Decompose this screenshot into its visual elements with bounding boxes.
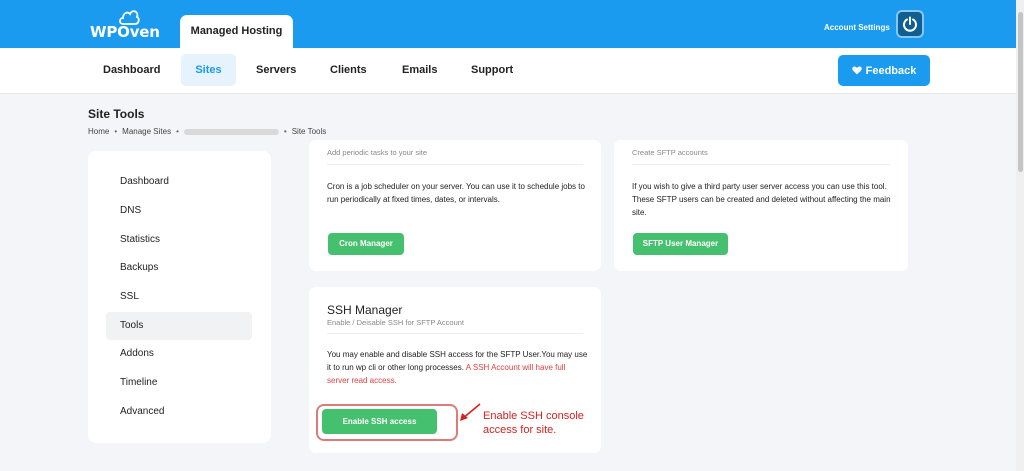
sidebar-item-timeline[interactable]: Timeline [106, 369, 252, 397]
ssh-card-title: SSH Manager [327, 303, 403, 317]
nav-support[interactable]: Support [461, 54, 523, 86]
nav-dashboard[interactable]: Dashboard [93, 54, 170, 86]
sidebar-item-addons[interactable]: Addons [106, 340, 252, 368]
annotation-line-2: access for site. [483, 424, 557, 436]
sftp-card-subtitle: Create SFTP accounts [632, 148, 708, 157]
top-header: WPOven Managed Hosting Account Settings [0, 0, 1024, 48]
scrollbar-thumb[interactable] [1018, 12, 1023, 172]
main-nav: Dashboard Sites Servers Clients Emails S… [0, 48, 1024, 94]
divider [327, 164, 583, 165]
cron-card: Add periodic tasks to your site Cron is … [309, 140, 601, 271]
sidebar-item-dns[interactable]: DNS [106, 197, 252, 225]
cron-card-subtitle: Add periodic tasks to your site [327, 148, 428, 157]
breadcrumb-separator: • [283, 127, 287, 136]
sidebar-item-advanced[interactable]: Advanced [106, 398, 252, 426]
tab-managed-hosting[interactable]: Managed Hosting [180, 15, 293, 48]
divider [632, 164, 890, 165]
breadcrumb: Home • Manage Sites • • Site Tools [88, 127, 326, 136]
wpoven-logo[interactable]: WPOven [90, 8, 160, 42]
heart-icon [851, 66, 862, 75]
breadcrumb-home[interactable]: Home [88, 127, 109, 136]
sidebar-item-ssl[interactable]: SSL [106, 283, 252, 311]
ssh-card-description: You may enable and disable SSH access fo… [327, 348, 589, 387]
account-avatar[interactable] [896, 10, 924, 38]
annotation-text: Enable SSH console access for site. [483, 409, 584, 437]
site-tools-sidebar: Dashboard DNS Statistics Backups SSL Too… [88, 151, 271, 443]
sidebar-item-statistics[interactable]: Statistics [106, 226, 252, 254]
sftp-card-description: If you wish to give a third party user s… [632, 182, 891, 217]
sidebar-item-dashboard[interactable]: Dashboard [106, 168, 252, 196]
sftp-card: Create SFTP accounts If you wish to give… [614, 140, 908, 271]
nav-clients[interactable]: Clients [320, 54, 377, 86]
nav-sites[interactable]: Sites [181, 54, 236, 86]
sidebar-item-backups[interactable]: Backups [106, 254, 252, 282]
account-settings-link[interactable]: Account Settings [824, 23, 890, 32]
cron-card-description: Cron is a job scheduler on your server. … [327, 182, 585, 204]
sftp-user-manager-button[interactable]: SFTP User Manager [633, 233, 728, 255]
breadcrumb-site-tools: Site Tools [291, 127, 327, 136]
breadcrumb-site-redacted[interactable] [183, 128, 279, 135]
sidebar-item-tools[interactable]: Tools [106, 312, 252, 340]
feedback-label: Feedback [865, 64, 917, 77]
breadcrumb-manage-sites[interactable]: Manage Sites [122, 127, 171, 136]
logo-text: WPOven [90, 23, 160, 41]
breadcrumb-separator: • [114, 127, 118, 136]
annotation-highlight-box [316, 404, 458, 441]
divider [327, 333, 583, 334]
breadcrumb-separator: • [176, 127, 179, 136]
page-title: Site Tools [88, 107, 145, 121]
annotation-arrow-icon [460, 403, 481, 421]
cron-manager-button[interactable]: Cron Manager [328, 233, 404, 255]
nav-emails[interactable]: Emails [392, 54, 447, 86]
ssh-card-subtitle: Enable / Deisable SSH for SFTP Account [327, 318, 465, 327]
annotation-line-1: Enable SSH console [483, 410, 584, 422]
feedback-button[interactable]: Feedback [838, 55, 930, 86]
nav-servers[interactable]: Servers [246, 54, 306, 86]
power-icon [903, 16, 917, 32]
